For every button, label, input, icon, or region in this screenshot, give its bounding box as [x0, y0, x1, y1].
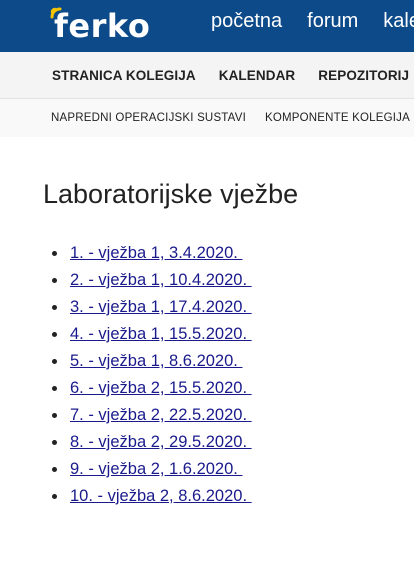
course-nav-calendar[interactable]: KALENDAR — [219, 68, 296, 83]
list-item: 7. - vježba 2, 22.5.2020. — [51, 404, 252, 431]
list-item: 4. - vježba 1, 15.5.2020. — [51, 323, 252, 350]
list-item: 6. - vježba 2, 15.5.2020. — [51, 377, 252, 404]
lab-link[interactable]: 9. - vježba 2, 1.6.2020. — [70, 460, 242, 478]
nav-item-forum[interactable]: forum — [307, 10, 358, 33]
list-item: 2. - vježba 1, 10.4.2020. — [51, 269, 252, 296]
list-item: 1. - vježba 1, 3.4.2020. — [51, 242, 252, 269]
lab-link[interactable]: 1. - vježba 1, 3.4.2020. — [70, 244, 242, 262]
lab-link[interactable]: 7. - vježba 2, 22.5.2020. — [70, 406, 252, 424]
bullet — [52, 332, 57, 337]
list-item: 8. - vježba 2, 29.5.2020. — [51, 431, 252, 458]
course-nav-course-page[interactable]: STRANICA KOLEGIJA — [52, 68, 196, 83]
site-logo[interactable]: ferko — [48, 2, 150, 48]
site-header: ferko početna forum kalendar — [0, 0, 414, 52]
bullet — [52, 467, 57, 472]
bullet — [52, 494, 57, 499]
bullet — [52, 305, 57, 310]
bullet — [52, 251, 57, 256]
lab-link[interactable]: 8. - vježba 2, 29.5.2020. — [70, 433, 252, 451]
signal-arc-icon — [48, 5, 68, 45]
logo-text: ferko — [54, 7, 151, 45]
main-content: Laboratorijske vježbe 1. - vježba 1, 3.4… — [0, 137, 414, 578]
bullet — [52, 386, 57, 391]
bullet — [52, 278, 57, 283]
lab-link[interactable]: 10. - vježba 2, 8.6.2020. — [70, 487, 252, 505]
list-item: 3. - vježba 1, 17.4.2020. — [51, 296, 252, 323]
breadcrumb-components[interactable]: KOMPONENTE KOLEGIJA — [265, 112, 410, 124]
bullet — [52, 440, 57, 445]
course-nav: STRANICA KOLEGIJA KALENDAR REPOZITORIJ — [0, 52, 414, 99]
course-nav-repository[interactable]: REPOZITORIJ — [318, 68, 409, 83]
list-item: 10. - vježba 2, 8.6.2020. — [51, 485, 252, 512]
lab-link[interactable]: 5. - vježba 1, 8.6.2020. — [70, 352, 242, 370]
bullet — [52, 359, 57, 364]
main-nav: početna forum kalendar — [211, 10, 414, 33]
page-title: Laboratorijske vježbe — [43, 179, 299, 209]
breadcrumb-course[interactable]: NAPREDNI OPERACIJSKI SUSTAVI — [51, 112, 246, 124]
course-subnav: NAPREDNI OPERACIJSKI SUSTAVI KOMPONENTE … — [0, 99, 414, 137]
lab-link[interactable]: 3. - vježba 1, 17.4.2020. — [70, 298, 252, 316]
lab-list: 1. - vježba 1, 3.4.2020. 2. - vježba 1, … — [51, 242, 252, 512]
lab-link[interactable]: 6. - vježba 2, 15.5.2020. — [70, 379, 252, 397]
lab-link[interactable]: 4. - vježba 1, 15.5.2020. — [70, 325, 252, 343]
nav-item-home[interactable]: početna — [211, 10, 282, 33]
nav-item-calendar[interactable]: kalendar — [383, 10, 414, 33]
list-item: 5. - vježba 1, 8.6.2020. — [51, 350, 252, 377]
list-item: 9. - vježba 2, 1.6.2020. — [51, 458, 252, 485]
lab-link[interactable]: 2. - vježba 1, 10.4.2020. — [70, 271, 252, 289]
bullet — [52, 413, 57, 418]
